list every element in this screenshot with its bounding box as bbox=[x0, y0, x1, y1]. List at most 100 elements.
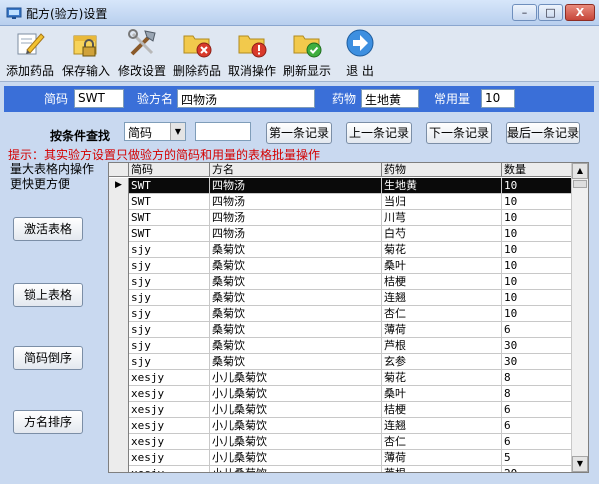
table-row[interactable]: sjy 桑菊饮 杏仁 10 bbox=[109, 306, 572, 322]
cell-code[interactable]: xesjy bbox=[129, 370, 210, 386]
cell-quantity[interactable]: 10 bbox=[502, 242, 572, 258]
cell-code[interactable]: sjy bbox=[129, 338, 210, 354]
cell-drug[interactable]: 芦根 bbox=[382, 338, 502, 354]
row-selector[interactable] bbox=[109, 466, 129, 472]
scroll-down-arrow-icon[interactable]: ▼ bbox=[572, 456, 588, 472]
cell-code[interactable]: xesjy bbox=[129, 386, 210, 402]
exit-button[interactable]: 退 出 bbox=[338, 28, 382, 79]
drug-input[interactable]: 生地黄 bbox=[361, 89, 419, 108]
save-input-button[interactable]: 保存输入 bbox=[60, 28, 112, 79]
first-record-button[interactable]: 第一条记录 bbox=[266, 122, 332, 144]
table-row[interactable]: sjy 桑菊饮 薄荷 6 bbox=[109, 322, 572, 338]
cell-drug[interactable]: 连翘 bbox=[382, 290, 502, 306]
cell-quantity[interactable]: 10 bbox=[502, 306, 572, 322]
search-value-input[interactable] bbox=[195, 122, 251, 141]
cell-recipe-name[interactable]: 桑菊饮 bbox=[210, 290, 382, 306]
cell-recipe-name[interactable]: 桑菊饮 bbox=[210, 258, 382, 274]
row-selector[interactable] bbox=[109, 354, 129, 370]
cell-code[interactable]: xesjy bbox=[129, 466, 210, 472]
table-row[interactable]: xesjy小儿桑菊饮芦根20 bbox=[109, 466, 572, 472]
cell-drug[interactable]: 桑叶 bbox=[382, 386, 502, 402]
maximize-button[interactable]: □ bbox=[538, 4, 563, 21]
cell-code[interactable]: sjy bbox=[129, 322, 210, 338]
cell-drug[interactable]: 白芍 bbox=[382, 226, 502, 242]
cell-drug[interactable]: 薄荷 bbox=[382, 450, 502, 466]
cancel-operation-button[interactable]: 取消操作 bbox=[226, 28, 278, 79]
cell-quantity[interactable]: 10 bbox=[502, 226, 572, 242]
row-selector[interactable] bbox=[109, 226, 129, 242]
row-selector[interactable] bbox=[109, 386, 129, 402]
table-row[interactable]: SWT 四物汤 川芎 10 bbox=[109, 210, 572, 226]
cell-quantity[interactable]: 6 bbox=[502, 322, 572, 338]
cell-quantity[interactable]: 5 bbox=[502, 450, 572, 466]
cell-drug[interactable]: 薄荷 bbox=[382, 322, 502, 338]
cell-code[interactable]: SWT bbox=[129, 178, 210, 194]
table-row[interactable]: SWT 四物汤 当归 10 bbox=[109, 194, 572, 210]
cell-recipe-name[interactable]: 四物汤 bbox=[210, 178, 382, 194]
cell-recipe-name[interactable]: 小儿桑菊饮 bbox=[210, 450, 382, 466]
cell-code[interactable]: xesjy bbox=[129, 450, 210, 466]
table-row[interactable]: xesjy 小儿桑菊饮 连翘 6 bbox=[109, 418, 572, 434]
cell-drug[interactable]: 杏仁 bbox=[382, 306, 502, 322]
cell-quantity[interactable]: 10 bbox=[502, 210, 572, 226]
row-selector[interactable] bbox=[109, 306, 129, 322]
column-header-quantity[interactable]: 数量 bbox=[502, 163, 572, 177]
close-button[interactable]: X bbox=[565, 4, 595, 21]
table-row[interactable]: sjy 桑菊饮 芦根 30 bbox=[109, 338, 572, 354]
cell-quantity[interactable]: 6 bbox=[502, 434, 572, 450]
cell-quantity[interactable]: 6 bbox=[502, 402, 572, 418]
cell-quantity[interactable]: 10 bbox=[502, 178, 572, 194]
cell-quantity[interactable]: 8 bbox=[502, 386, 572, 402]
scroll-thumb[interactable] bbox=[573, 180, 587, 188]
cell-recipe-name[interactable]: 桑菊饮 bbox=[210, 306, 382, 322]
cell-recipe-name[interactable]: 小儿桑菊饮 bbox=[210, 466, 382, 472]
row-selector[interactable] bbox=[109, 402, 129, 418]
table-row[interactable]: ▶ SWT 四物汤 生地黄 10 bbox=[109, 178, 572, 194]
table-row[interactable]: xesjy 小儿桑菊饮 菊花 8 bbox=[109, 370, 572, 386]
row-selector[interactable] bbox=[109, 258, 129, 274]
cell-drug[interactable]: 桔梗 bbox=[382, 402, 502, 418]
cell-drug[interactable]: 杏仁 bbox=[382, 434, 502, 450]
cell-recipe-name[interactable]: 桑菊饮 bbox=[210, 354, 382, 370]
chevron-down-icon[interactable]: ▼ bbox=[170, 123, 185, 140]
cell-recipe-name[interactable]: 桑菊饮 bbox=[210, 274, 382, 290]
table-row[interactable]: sjy 桑菊饮 桔梗 10 bbox=[109, 274, 572, 290]
table-row[interactable]: sjy 桑菊饮 连翘 10 bbox=[109, 290, 572, 306]
cell-code[interactable]: sjy bbox=[129, 258, 210, 274]
row-selector[interactable] bbox=[109, 370, 129, 386]
prev-record-button[interactable]: 上一条记录 bbox=[346, 122, 412, 144]
table-row[interactable]: sjy 桑菊饮 玄参 30 bbox=[109, 354, 572, 370]
table-row[interactable]: SWT 四物汤 白芍 10 bbox=[109, 226, 572, 242]
row-selector[interactable] bbox=[109, 210, 129, 226]
cell-recipe-name[interactable]: 小儿桑菊饮 bbox=[210, 370, 382, 386]
modify-settings-button[interactable]: 修改设置 bbox=[116, 28, 168, 79]
table-row[interactable]: xesjy 小儿桑菊饮 杏仁 6 bbox=[109, 434, 572, 450]
cell-drug[interactable]: 菊花 bbox=[382, 370, 502, 386]
row-selector[interactable] bbox=[109, 194, 129, 210]
cell-recipe-name[interactable]: 小儿桑菊饮 bbox=[210, 434, 382, 450]
column-header-code[interactable]: 简码 bbox=[129, 163, 210, 177]
cell-recipe-name[interactable]: 小儿桑菊饮 bbox=[210, 418, 382, 434]
table-row[interactable]: xesjy 小儿桑菊饮 桔梗 6 bbox=[109, 402, 572, 418]
cell-code[interactable]: xesjy bbox=[129, 418, 210, 434]
delete-drug-button[interactable]: 删除药品 bbox=[171, 28, 223, 79]
cell-quantity[interactable]: 20 bbox=[502, 466, 572, 472]
row-selector[interactable] bbox=[109, 242, 129, 258]
cell-drug[interactable]: 芦根 bbox=[382, 466, 502, 472]
row-selector[interactable] bbox=[109, 434, 129, 450]
cell-code[interactable]: xesjy bbox=[129, 402, 210, 418]
recipe-grid[interactable]: 简码 方名 药物 数量 ▶ SWT 四物汤 生地黄 10 SWT 四物汤 当归 10 SWT 四物汤… bbox=[108, 162, 589, 473]
cell-drug[interactable]: 连翘 bbox=[382, 418, 502, 434]
row-selector[interactable] bbox=[109, 450, 129, 466]
cell-code[interactable]: SWT bbox=[129, 210, 210, 226]
cell-recipe-name[interactable]: 四物汤 bbox=[210, 194, 382, 210]
cell-drug[interactable]: 桔梗 bbox=[382, 274, 502, 290]
cell-code[interactable]: sjy bbox=[129, 242, 210, 258]
row-selector[interactable] bbox=[109, 418, 129, 434]
lock-grid-button[interactable]: 锁上表格 bbox=[13, 283, 83, 307]
table-row[interactable]: sjy 桑菊饮 菊花 10 bbox=[109, 242, 572, 258]
cell-code[interactable]: sjy bbox=[129, 306, 210, 322]
next-record-button[interactable]: 下一条记录 bbox=[426, 122, 492, 144]
cell-recipe-name[interactable]: 四物汤 bbox=[210, 226, 382, 242]
cell-quantity[interactable]: 6 bbox=[502, 418, 572, 434]
